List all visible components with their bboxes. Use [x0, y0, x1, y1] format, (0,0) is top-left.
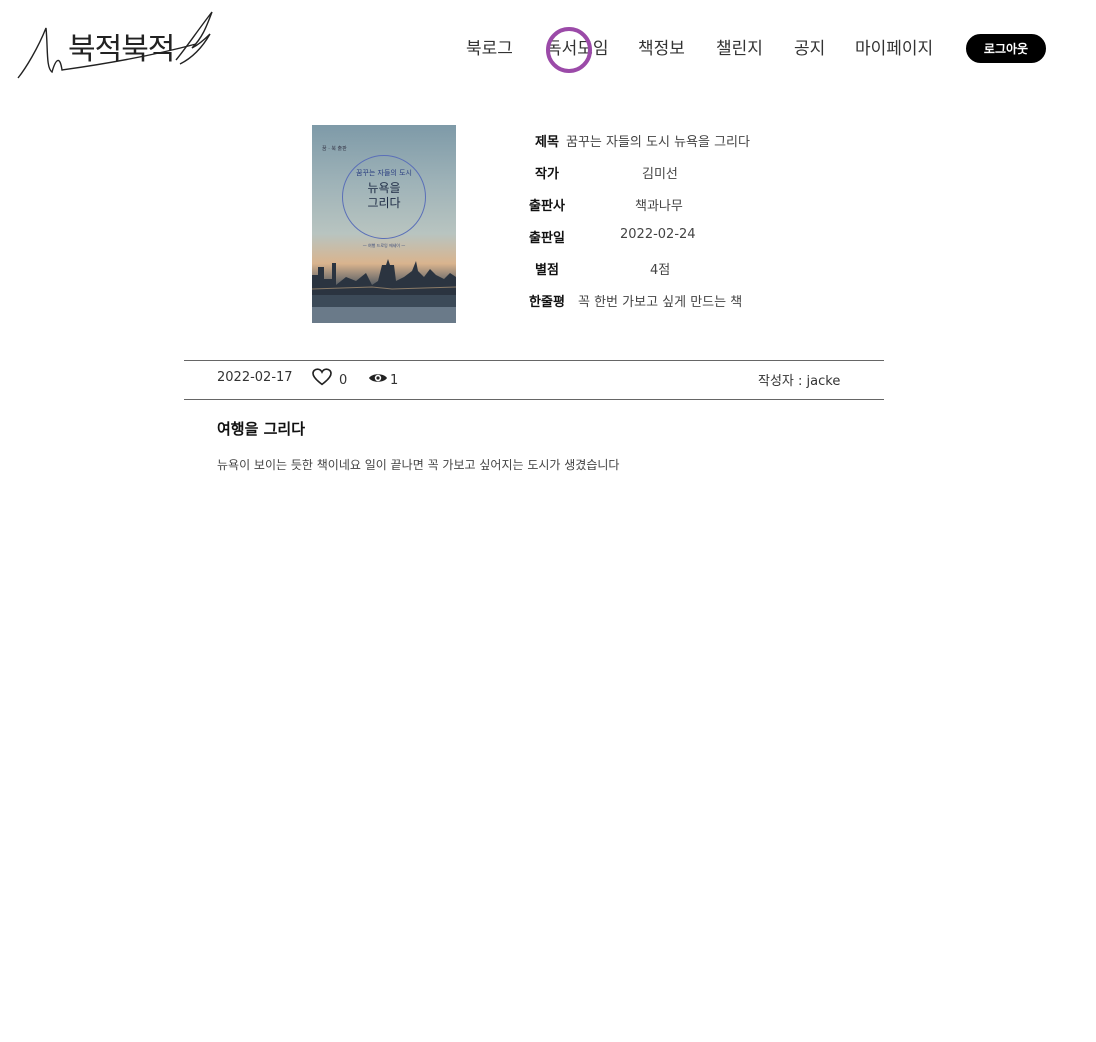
- cover-title: 뉴욕을 그리다: [367, 181, 401, 210]
- cover-skyline-illustration: [312, 259, 456, 323]
- info-label: 제목: [535, 135, 559, 150]
- post-author: 작성자 : jacke: [758, 374, 841, 389]
- info-label: 작가: [535, 167, 559, 182]
- info-label: 출판일: [529, 231, 565, 246]
- divider-bottom: [184, 399, 884, 400]
- info-row-title: 제목 꿈꾸는 자들의 도시 뉴욕을 그리다: [522, 131, 822, 155]
- book-cover-image: 꿈 · 북 출판 꿈꾸는 자들의 도시 뉴욕을 그리다 — 여행 드로잉 에세이…: [312, 125, 456, 323]
- info-row-pubdate: 출판일 2022-02-24: [522, 227, 822, 251]
- post-title: 여행을 그리다: [217, 420, 306, 438]
- nav-reading-group[interactable]: 독서모임: [546, 34, 609, 59]
- like-count: 0: [339, 373, 348, 388]
- info-row-rating: 별점 4점: [522, 259, 822, 283]
- nav-challenge[interactable]: 챌린지: [716, 34, 763, 59]
- cover-tagline: — 여행 드로잉 에세이 —: [362, 243, 406, 248]
- info-row-author: 작가 김미선: [522, 163, 822, 187]
- post-body: 뉴욕이 보이는 듯한 책이네요 일이 끝나면 꼭 가보고 싶어지는 도시가 생겼…: [217, 458, 620, 472]
- logout-button[interactable]: 로그아웃: [966, 34, 1046, 63]
- nav-notice[interactable]: 공지: [794, 34, 825, 59]
- info-row-oneliner: 한줄평 꼭 한번 가보고 싶게 만드는 책: [522, 291, 822, 315]
- cover-subtitle: 꿈꾸는 자들의 도시: [356, 169, 412, 177]
- nav-book-info[interactable]: 책정보: [638, 34, 685, 59]
- info-label: 출판사: [529, 199, 565, 214]
- info-value-author: 김미선: [642, 167, 678, 182]
- info-value-rating: 4점: [650, 263, 671, 278]
- nav-booklog[interactable]: 북로그: [466, 34, 513, 59]
- divider-top: [184, 360, 884, 361]
- info-row-publisher: 출판사 책과나무: [522, 195, 822, 219]
- view-count: 1: [390, 373, 399, 388]
- info-value-pubdate: 2022-02-24: [620, 227, 696, 242]
- info-value-publisher: 책과나무: [635, 199, 683, 214]
- cover-publisher-text: 꿈 · 북 출판: [322, 146, 347, 152]
- nav-mypage[interactable]: 마이페이지: [855, 34, 933, 59]
- info-value-oneliner: 꼭 한번 가보고 싶게 만드는 책: [578, 295, 743, 310]
- post-date: 2022-02-17: [217, 370, 293, 385]
- heart-icon[interactable]: [312, 368, 332, 390]
- info-value-title: 꿈꾸는 자들의 도시 뉴욕을 그리다: [566, 135, 750, 150]
- info-label: 별점: [535, 263, 559, 278]
- info-label: 한줄평: [529, 295, 565, 310]
- main-nav: 북로그 독서모임 책정보 챌린지 공지 마이페이지: [0, 34, 1096, 62]
- eye-icon: [368, 370, 388, 389]
